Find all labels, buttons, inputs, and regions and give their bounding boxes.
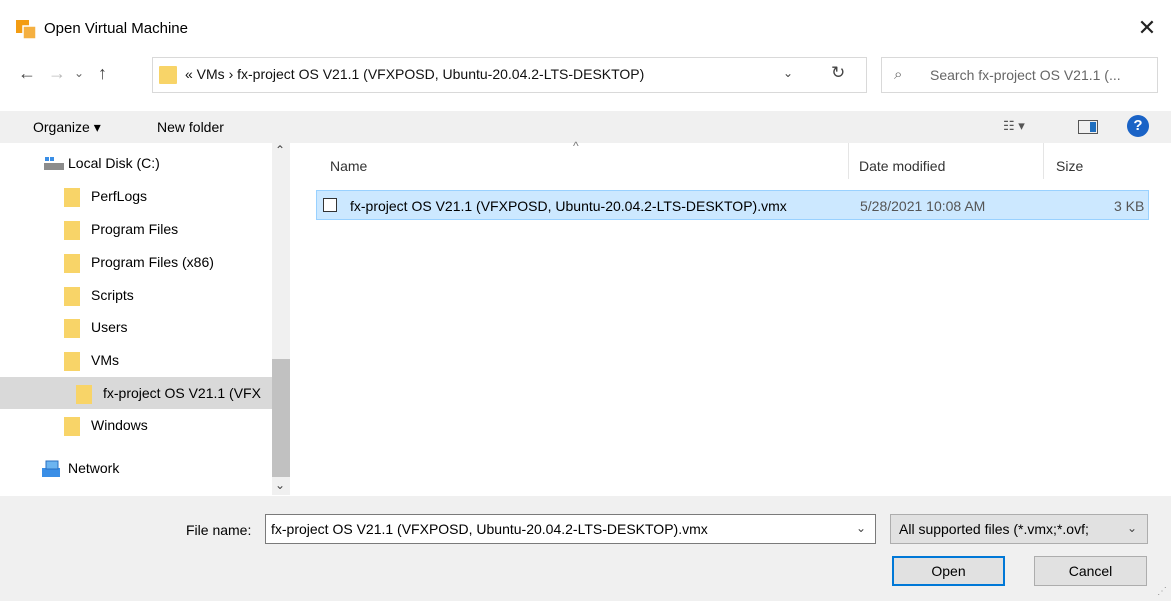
organize-button[interactable]: Organize ▾ — [33, 119, 101, 136]
file-name-dropdown-icon[interactable]: ⌄ — [856, 521, 866, 535]
folder-icon — [76, 385, 92, 404]
back-arrow-icon[interactable]: ← — [18, 63, 36, 84]
open-button[interactable]: Open — [892, 556, 1005, 586]
sidebar-item-label: Network — [68, 460, 120, 476]
folder-icon — [64, 221, 80, 240]
folder-icon — [64, 417, 80, 436]
sidebar-item-label: Users — [91, 319, 128, 335]
recent-locations-chevron-icon[interactable]: ⌄ — [74, 66, 84, 80]
file-name-combo[interactable]: ⌄ — [265, 514, 876, 544]
forward-arrow-icon[interactable]: → — [48, 63, 66, 84]
sidebar-item-label: PerfLogs — [91, 188, 148, 204]
search-input[interactable] — [930, 65, 1152, 85]
folder-icon — [64, 287, 80, 306]
title-bar: Open Virtual Machine ✕ — [0, 0, 1171, 60]
column-header-size[interactable]: Size — [1056, 158, 1083, 174]
file-type-dropdown-icon[interactable]: ⌄ — [1127, 521, 1137, 535]
folder-icon — [64, 254, 80, 273]
file-type-value: All supported files (*.vmx;*.ovf; — [899, 521, 1089, 537]
sidebar-item-label: fx-project OS V21.1 (VFX — [103, 385, 261, 401]
help-icon[interactable]: ? — [1127, 115, 1149, 137]
folder-icon — [159, 66, 177, 84]
sidebar-item-label: Program Files — [91, 221, 179, 237]
sidebar-item-label: Program Files (x86) — [91, 254, 214, 270]
search-box[interactable]: ⌕ — [881, 57, 1158, 93]
navigation-pane: Local Disk (C:) PerfLogs Program Files P… — [0, 143, 290, 495]
file-type-select[interactable]: All supported files (*.vmx;*.ovf; ⌄ — [890, 514, 1148, 544]
folder-icon — [64, 319, 80, 338]
new-folder-button[interactable]: New folder — [157, 119, 224, 135]
address-bar[interactable]: « VMs › fx-project OS V21.1 (VFXPOSD, Ub… — [152, 57, 867, 93]
sidebar-item-fx-project[interactable]: fx-project OS V21.1 (VFX — [0, 377, 272, 409]
sidebar-item-users[interactable]: Users — [0, 311, 272, 343]
sort-ascending-icon: ^ — [573, 139, 579, 153]
up-arrow-icon[interactable]: ↑ — [98, 63, 107, 84]
sidebar-item-network[interactable]: Network — [0, 452, 272, 484]
breadcrumb[interactable]: « VMs › fx-project OS V21.1 (VFXPOSD, Ub… — [185, 66, 644, 82]
file-row[interactable]: fx-project OS V21.1 (VFXPOSD, Ubuntu-20.… — [316, 190, 1149, 220]
column-headers: Name Date modified Size — [292, 143, 1171, 179]
column-header-date[interactable]: Date modified — [859, 158, 945, 174]
close-button[interactable]: ✕ — [1131, 12, 1163, 44]
command-toolbar: Organize ▾ New folder ☷ ▾ ? — [0, 111, 1171, 143]
folder-icon — [64, 188, 80, 207]
sidebar-item-scripts[interactable]: Scripts — [0, 279, 272, 311]
window-title: Open Virtual Machine — [44, 20, 188, 37]
resize-grip-icon[interactable]: ⋰ — [1157, 586, 1167, 597]
sidebar-item-label: Windows — [91, 417, 148, 433]
column-divider[interactable] — [848, 143, 849, 179]
vmx-file-icon — [323, 198, 337, 212]
column-header-name[interactable]: Name — [330, 158, 367, 174]
scroll-down-icon[interactable]: ⌄ — [275, 478, 285, 492]
network-icon — [42, 460, 60, 477]
sidebar-scroll-thumb[interactable] — [272, 359, 290, 477]
sidebar-item-program-files[interactable]: Program Files — [0, 213, 272, 245]
sidebar-item-label: Scripts — [91, 287, 134, 303]
view-options-button[interactable]: ☷ ▾ — [1003, 118, 1025, 134]
cancel-button[interactable]: Cancel — [1034, 556, 1147, 586]
preview-pane-icon[interactable] — [1078, 120, 1098, 134]
file-size: 3 KB — [1114, 198, 1145, 214]
dialog-footer: File name: ⌄ All supported files (*.vmx;… — [0, 496, 1171, 601]
sidebar-item-label: VMs — [91, 352, 119, 368]
file-date: 5/28/2021 10:08 AM — [860, 198, 986, 214]
search-icon: ⌕ — [894, 66, 903, 83]
sidebar-item-program-files-x86[interactable]: Program Files (x86) — [0, 246, 272, 278]
file-name-input[interactable] — [271, 520, 841, 538]
sidebar-item-vms[interactable]: VMs — [0, 344, 272, 376]
address-dropdown-icon[interactable]: ⌄ — [783, 66, 793, 80]
sidebar-item-windows[interactable]: Windows — [0, 409, 272, 441]
refresh-icon[interactable]: ↻ — [831, 63, 845, 83]
sidebar-item-label: Local Disk (C:) — [68, 155, 160, 171]
drive-icon — [44, 157, 64, 170]
file-name: fx-project OS V21.1 (VFXPOSD, Ubuntu-20.… — [350, 198, 787, 214]
vmware-app-icon — [16, 20, 37, 40]
folder-icon — [64, 352, 80, 371]
column-divider[interactable] — [1043, 143, 1044, 179]
sidebar-item-perflogs[interactable]: PerfLogs — [0, 180, 272, 212]
file-name-label: File name: — [186, 522, 252, 538]
sidebar-item-local-disk[interactable]: Local Disk (C:) — [0, 147, 272, 179]
scroll-up-icon[interactable]: ⌃ — [275, 143, 285, 157]
